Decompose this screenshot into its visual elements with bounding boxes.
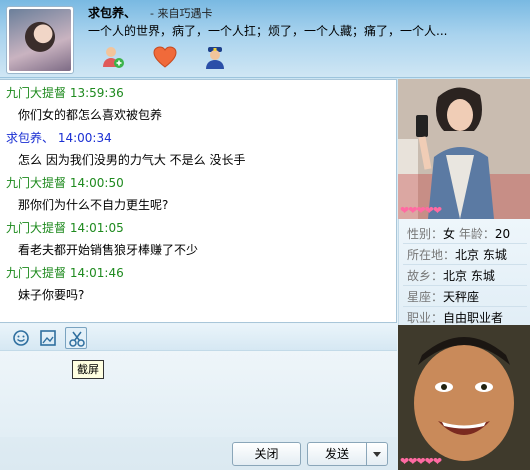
zodiac-value: 天秤座 bbox=[443, 290, 480, 304]
message-header: 九门大提督 13:59:36 bbox=[6, 84, 162, 101]
message-header: 九门大提督 14:01:05 bbox=[6, 219, 198, 236]
image-icon[interactable] bbox=[37, 327, 59, 349]
contact-signature: 一个人的世界，病了，一个人扛；烦了，一个人藏；痛了，一个人... bbox=[88, 24, 448, 38]
contact-avatar[interactable] bbox=[6, 6, 74, 74]
send-options-button[interactable] bbox=[366, 442, 388, 466]
message-sender: 九门大提督 bbox=[6, 86, 67, 100]
chat-window: 求包养、 - 来自巧遇卡 一个人的世界，病了，一个人扛；烦了，一个人藏；痛了，一… bbox=[0, 0, 530, 470]
screenshot-tooltip: 截屏 bbox=[72, 360, 104, 379]
smiley-icon[interactable] bbox=[10, 327, 32, 349]
message-header: 九门大提督 14:01:46 bbox=[6, 264, 124, 281]
divider bbox=[403, 306, 527, 307]
divider bbox=[403, 243, 527, 244]
rating-hearts: ❤❤❤❤❤ bbox=[400, 455, 442, 468]
contact-source: - 来自巧遇卡 bbox=[150, 7, 213, 20]
location-label: 所在地： bbox=[407, 248, 456, 262]
police-icon[interactable] bbox=[202, 44, 228, 70]
message-sender: 求包养、 bbox=[6, 131, 55, 145]
heart-icon[interactable] bbox=[152, 44, 178, 70]
avatar-image bbox=[9, 9, 71, 71]
message-time: 14:01:46 bbox=[69, 266, 124, 280]
hometown-value: 北京 东城 bbox=[443, 269, 495, 283]
profile-gender-age: 性别：女 年龄：20 bbox=[407, 225, 510, 242]
message-input[interactable] bbox=[0, 351, 397, 437]
contact-photo[interactable]: ❤❤❤❤❤ bbox=[398, 79, 530, 219]
divider bbox=[403, 285, 527, 286]
message-sender: 九门大提督 bbox=[6, 176, 67, 190]
message-text: 你们女的都怎么喜欢被包养 bbox=[18, 108, 163, 122]
location-value: 北京 东城 bbox=[455, 248, 507, 262]
message-sender: 九门大提督 bbox=[6, 221, 67, 235]
message: 九门大提督 14:01:05 看老夫都开始销售狼牙棒赚了不少 bbox=[6, 219, 198, 258]
chat-header: 求包养、 - 来自巧遇卡 一个人的世界，病了，一个人扛；烦了，一个人藏；痛了，一… bbox=[0, 0, 530, 78]
age-label: 年龄： bbox=[458, 227, 495, 241]
message-time: 13:59:36 bbox=[69, 86, 124, 100]
message-time: 14:00:50 bbox=[69, 176, 124, 190]
close-button[interactable]: 关闭 bbox=[232, 442, 301, 466]
message-header: 求包养、 14:00:34 bbox=[6, 129, 245, 146]
profile-job: 职业：自由职业者 bbox=[407, 309, 503, 326]
message-text: 怎么 因为我们没男的力气大 不是么 没长手 bbox=[18, 153, 246, 167]
message-text: 看老夫都开始销售狼牙棒赚了不少 bbox=[18, 243, 199, 257]
my-photo[interactable]: ❤❤❤❤❤ bbox=[398, 325, 530, 470]
message-input-area[interactable] bbox=[0, 351, 397, 437]
button-bar: 关闭 发送 bbox=[0, 438, 397, 470]
profile-location: 所在地：北京 东城 bbox=[407, 246, 507, 263]
contact-panel: ❤❤❤❤❤ 性别：女 年龄：20 所在地：北京 东城 故乡：北京 东城 星座：天… bbox=[398, 79, 530, 470]
job-value: 自由职业者 bbox=[443, 311, 504, 325]
input-toolbar bbox=[0, 324, 397, 351]
age-value: 20 bbox=[494, 227, 511, 241]
hometown-label: 故乡： bbox=[407, 269, 444, 283]
gender-value: 女 bbox=[443, 227, 456, 241]
profile-zodiac: 星座：天秤座 bbox=[407, 288, 479, 305]
chevron-down-icon bbox=[373, 452, 381, 457]
message: 九门大提督 13:59:36 你们女的都怎么喜欢被包养 bbox=[6, 84, 162, 123]
message-text: 那你们为什么不自力更生呢? bbox=[18, 198, 169, 212]
contact-name[interactable]: 求包养、 bbox=[88, 4, 136, 21]
contact-photo-image bbox=[398, 79, 530, 219]
profile-hometown: 故乡：北京 东城 bbox=[407, 267, 495, 284]
message-header: 九门大提督 14:00:50 bbox=[6, 174, 168, 191]
message-time: 14:01:05 bbox=[69, 221, 124, 235]
message: 九门大提督 14:01:46 妹子你要吗? bbox=[6, 264, 124, 303]
message: 九门大提督 14:00:50 那你们为什么不自力更生呢? bbox=[6, 174, 168, 213]
gender-label: 性别： bbox=[407, 227, 444, 241]
scissors-icon[interactable] bbox=[65, 327, 87, 349]
send-button[interactable]: 发送 bbox=[307, 442, 366, 466]
zodiac-label: 星座： bbox=[407, 290, 444, 304]
add-friend-icon[interactable] bbox=[100, 44, 126, 70]
message-sender: 九门大提督 bbox=[6, 266, 67, 280]
rating-hearts: ❤❤❤❤❤ bbox=[400, 204, 442, 217]
divider bbox=[403, 264, 527, 265]
message-time: 14:00:34 bbox=[57, 131, 112, 145]
my-photo-image bbox=[398, 325, 530, 470]
message-history[interactable]: 九门大提督 13:59:36 你们女的都怎么喜欢被包养 求包养、 14:00:3… bbox=[0, 79, 397, 323]
job-label: 职业： bbox=[407, 311, 444, 325]
message-text: 妹子你要吗? bbox=[18, 288, 85, 302]
contact-profile: 性别：女 年龄：20 所在地：北京 东城 故乡：北京 东城 星座：天秤座 职业：… bbox=[398, 219, 530, 325]
message: 求包养、 14:00:34 怎么 因为我们没男的力气大 不是么 没长手 bbox=[6, 129, 245, 168]
